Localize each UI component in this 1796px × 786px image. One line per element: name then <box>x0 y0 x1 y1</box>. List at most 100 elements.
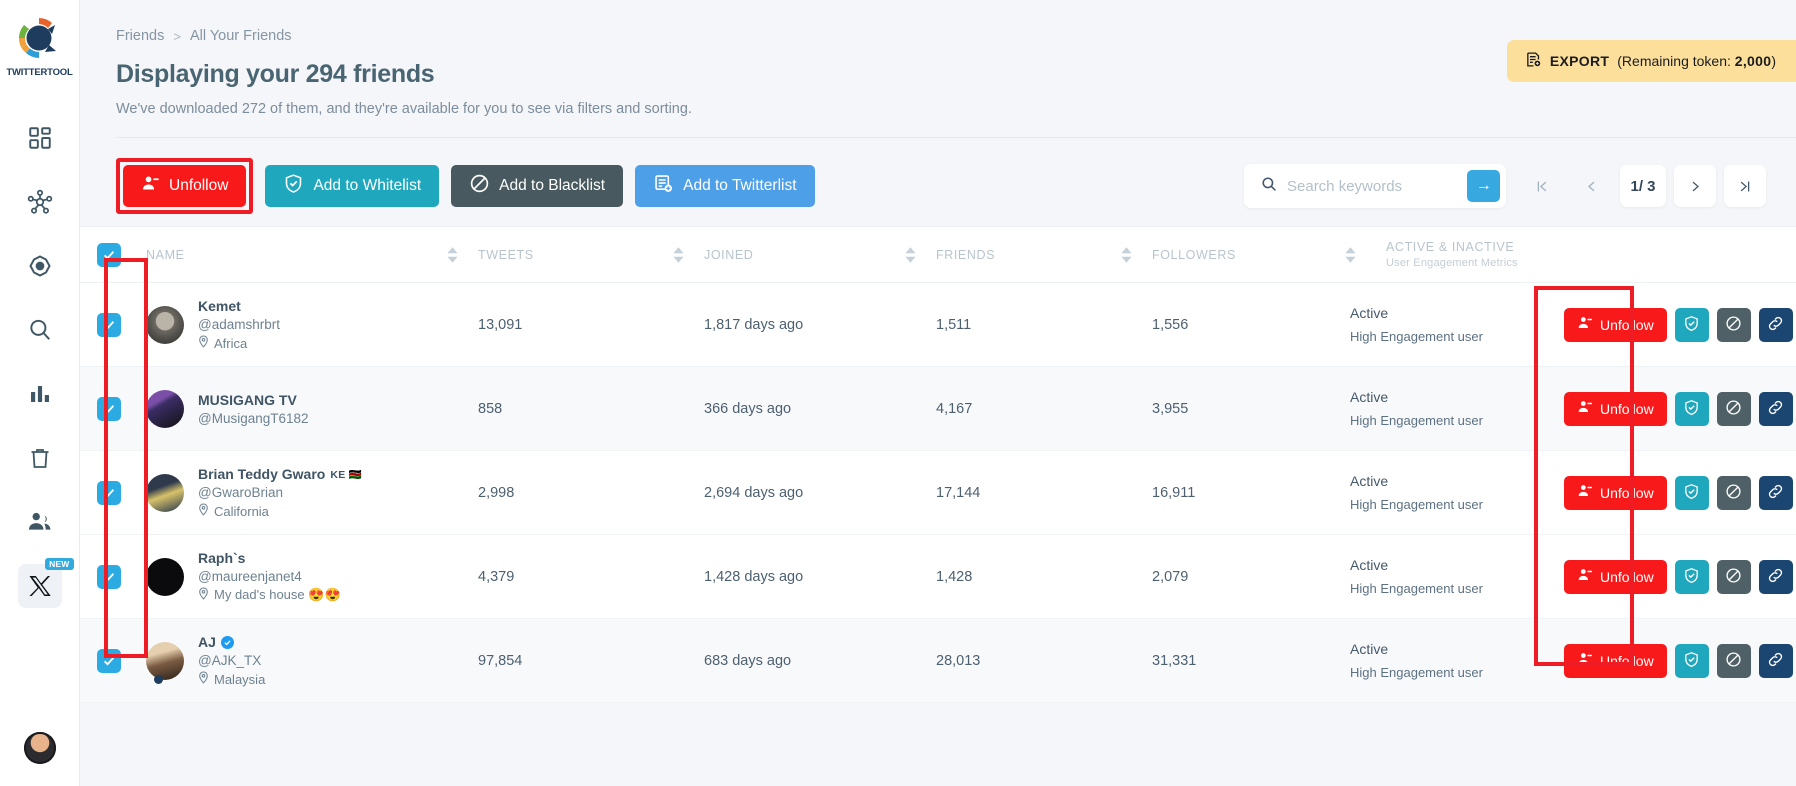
row-link-button[interactable] <box>1758 391 1793 426</box>
breadcrumb-parent[interactable]: Friends <box>116 28 164 44</box>
pagination-first-button[interactable] <box>1520 165 1562 207</box>
row-spacer <box>660 367 696 450</box>
sort-joined-button[interactable] <box>892 246 928 263</box>
sidebar-item-network[interactable] <box>0 170 79 234</box>
ban-icon <box>1725 651 1742 671</box>
row-unfollow-button[interactable]: Unfollow <box>1564 307 1667 342</box>
add-to-whitelist-button[interactable]: Add to Whitelist <box>265 165 440 207</box>
row-blacklist-button[interactable] <box>1716 391 1751 426</box>
search-submit-button[interactable]: → <box>1467 170 1500 202</box>
user-name: Brian Teddy Gwaro <box>198 466 326 482</box>
export-token-text: (Remaining token: 2,000) <box>1617 53 1776 69</box>
row-actions-cell: Unfollow <box>1564 619 1796 702</box>
row-actions-cell: Unfollow <box>1564 283 1796 366</box>
row-spacer <box>892 619 928 702</box>
sidebar-item-dashboard[interactable] <box>0 106 79 170</box>
sort-name-button[interactable] <box>434 246 470 263</box>
row-unfollow-button[interactable]: Unfollow <box>1564 475 1667 510</box>
user-avatar <box>146 473 184 512</box>
link-icon <box>1767 483 1784 503</box>
sidebar-item-trash[interactable] <box>0 426 79 490</box>
row-checkbox[interactable] <box>97 480 121 505</box>
user-avatar <box>146 305 184 344</box>
row-unfollow-button[interactable]: Unfollow <box>1564 391 1667 426</box>
row-blacklist-button[interactable] <box>1716 475 1751 510</box>
header-divider <box>116 137 1796 138</box>
row-blacklist-button[interactable] <box>1716 307 1751 342</box>
row-unfollow-button[interactable]: Unfollow <box>1564 559 1667 594</box>
user-avatar <box>146 557 184 596</box>
ban-icon <box>1725 399 1742 419</box>
header-friends-cell: FRIENDS <box>928 248 1108 262</box>
row-checkbox[interactable] <box>97 312 121 337</box>
row-link-button[interactable] <box>1758 307 1793 342</box>
account-avatar[interactable] <box>23 732 56 764</box>
row-spacer <box>1108 619 1144 702</box>
row-spacer <box>1108 283 1144 366</box>
pagination-last-button[interactable] <box>1724 165 1766 207</box>
row-spacer <box>434 367 470 450</box>
pagination-next-button[interactable] <box>1674 165 1716 207</box>
add-to-twitterlist-button[interactable]: Add to Twitterlist <box>635 165 815 207</box>
user-handle[interactable]: @MusigangT6182 <box>198 411 309 426</box>
row-checkbox[interactable] <box>97 564 121 589</box>
link-icon <box>1767 651 1784 671</box>
user-flag: KE 🇰🇪 <box>330 468 363 481</box>
ban-icon <box>1725 483 1742 503</box>
row-whitelist-button[interactable] <box>1674 559 1709 594</box>
user-location: My dad's house 😍😍 <box>198 587 341 603</box>
row-activity-cell: Active High Engagement user <box>1332 619 1564 702</box>
row-whitelist-button[interactable] <box>1674 307 1709 342</box>
sidebar-item-x-platform[interactable]: NEW <box>17 558 74 608</box>
row-blacklist-button[interactable] <box>1716 559 1751 594</box>
sort-tweets-button[interactable] <box>660 246 696 263</box>
row-checkbox[interactable] <box>97 648 121 673</box>
row-spacer <box>1108 535 1144 618</box>
user-handle[interactable]: @AJK_TX <box>198 653 265 668</box>
header-name-label: NAME <box>146 247 185 262</box>
search-input[interactable] <box>1287 177 1468 195</box>
bulk-unfollow-button[interactable]: Unfollow <box>123 165 247 207</box>
page-header: Friends > All Your Friends Displaying yo… <box>80 0 1796 138</box>
row-spacer <box>660 619 696 702</box>
user-handle[interactable]: @maureenjanet4 <box>198 569 341 584</box>
brand-name: TWITTERTOOL <box>6 67 73 78</box>
row-checkbox[interactable] <box>97 396 121 421</box>
sort-arrows-icon <box>1344 246 1356 263</box>
link-icon <box>1767 567 1784 587</box>
user-location: Africa <box>198 335 280 351</box>
user-handle[interactable]: @adamshrbrt <box>198 317 280 332</box>
row-whitelist-button[interactable] <box>1674 391 1709 426</box>
row-unfollow-button[interactable]: Unfollow <box>1564 643 1667 678</box>
row-joined-cell: 2,694 days ago <box>704 484 804 501</box>
sidebar-item-analytics[interactable] <box>0 362 79 426</box>
sort-friends-button[interactable] <box>1108 246 1144 263</box>
select-all-checkbox[interactable] <box>97 242 121 267</box>
shield-check-icon <box>283 173 304 199</box>
row-link-button[interactable] <box>1758 475 1793 510</box>
row-link-button[interactable] <box>1758 559 1793 594</box>
brand[interactable]: TWITTERTOOL <box>6 14 73 78</box>
export-button[interactable]: EXPORT (Remaining token: 2,000) <box>1506 40 1796 82</box>
row-blacklist-button[interactable] <box>1716 643 1751 678</box>
link-icon <box>1767 315 1784 335</box>
sidebar-item-target[interactable] <box>0 234 79 298</box>
user-name-line: AJ <box>198 634 265 650</box>
row-whitelist-button[interactable] <box>1674 643 1709 678</box>
add-to-blacklist-button[interactable]: Add to Blacklist <box>451 165 624 207</box>
row-activity-cell: Active High Engagement user <box>1332 535 1564 618</box>
row-link-button[interactable] <box>1758 643 1793 678</box>
export-icon <box>1525 51 1542 71</box>
row-whitelist-button[interactable] <box>1674 475 1709 510</box>
add-to-twitterlist-label: Add to Twitterlist <box>683 177 797 194</box>
pagination-prev-button[interactable] <box>1570 165 1612 207</box>
row-user-cell: Brian Teddy Gwaro KE 🇰🇪 @GwaroBrian Cali… <box>138 451 434 534</box>
table-row: Kemet @adamshrbrt Africa 13,091 1,817 da… <box>80 283 1796 367</box>
sidebar-item-search[interactable] <box>0 298 79 362</box>
table-header-row: NAME TWEETS JOINED FRIENDS FOLLOWERS ACT… <box>80 227 1796 283</box>
sort-followers-button[interactable] <box>1332 246 1368 263</box>
user-handle[interactable]: @GwaroBrian <box>198 485 362 500</box>
sidebar-item-friends[interactable] <box>0 490 79 554</box>
header-activity-sublabel: User Engagement Metrics <box>1386 257 1518 269</box>
user-name-line: MUSIGANG TV <box>198 392 309 408</box>
